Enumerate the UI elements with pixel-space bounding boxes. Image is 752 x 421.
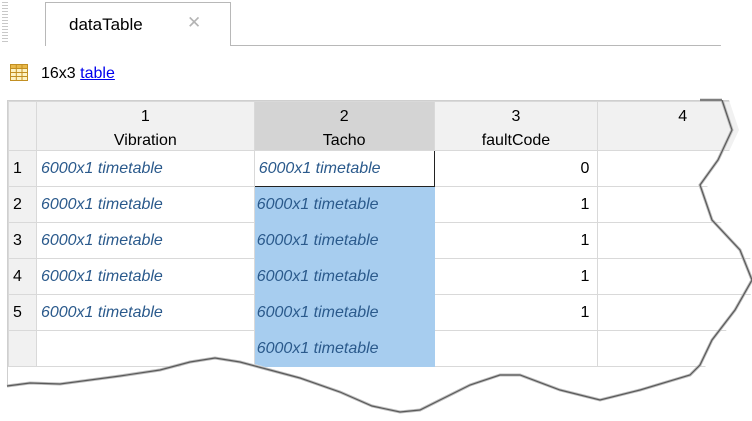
torn-edge-overlay: [0, 0, 752, 419]
